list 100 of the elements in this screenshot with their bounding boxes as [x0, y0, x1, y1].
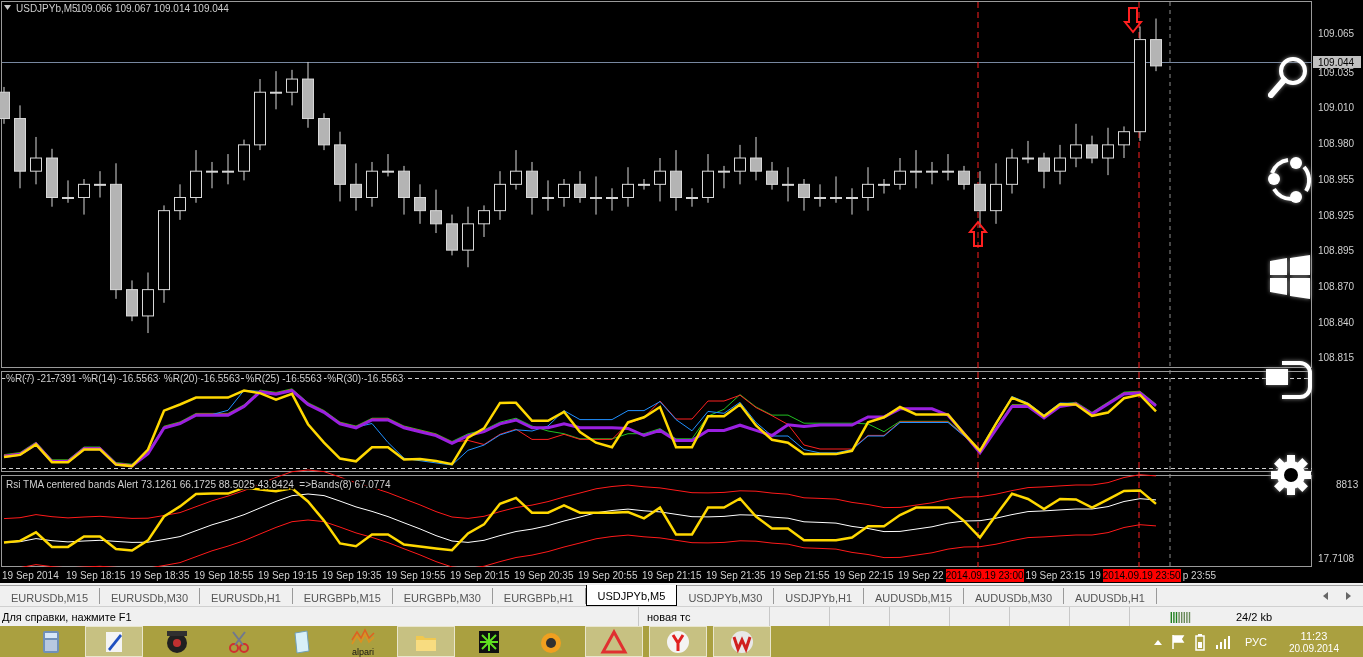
candle — [1118, 125, 1130, 159]
candle — [590, 175, 602, 216]
candle — [926, 161, 938, 185]
candle — [574, 170, 586, 204]
candle — [94, 170, 106, 198]
candle — [318, 112, 330, 151]
chart-tab[interactable]: USDJPYb,M5 — [585, 585, 678, 606]
chart-tab[interactable]: EURGBPb,H1 — [492, 588, 586, 604]
candle — [1150, 18, 1162, 72]
candle — [0, 86, 10, 125]
candle — [270, 70, 282, 110]
candle — [430, 189, 442, 234]
time-label: 19 Sep 19:15 — [257, 569, 319, 581]
chart-tab[interactable]: AUDUSDb,M30 — [964, 588, 1065, 604]
candle — [622, 166, 634, 208]
time-label: 19 — [1088, 569, 1102, 581]
price-label: 108.895 — [1318, 245, 1355, 257]
candle — [478, 204, 490, 238]
flag-icon[interactable] — [1170, 633, 1185, 650]
chart-tab[interactable]: USDJPYb,M30 — [677, 588, 775, 604]
share-icon[interactable] — [1266, 155, 1312, 205]
indicator-axis-label: 17.7108 — [1318, 553, 1355, 564]
time-label: 19 Sep 18:35 — [129, 569, 191, 581]
candle — [894, 157, 906, 191]
candle — [494, 170, 506, 221]
chart-tab[interactable]: EURUSDb,M15 — [0, 588, 101, 604]
candle — [670, 149, 682, 212]
candle — [878, 178, 890, 195]
price-label: 108.925 — [1318, 209, 1355, 221]
time-label: 19 Sep 21:55 — [769, 569, 831, 581]
price-label: 108.870 — [1318, 280, 1355, 292]
time-label: 19 Sep 18:55 — [193, 569, 255, 581]
candle — [1070, 123, 1082, 168]
candle — [510, 149, 522, 191]
candle — [142, 272, 154, 334]
candle — [1038, 152, 1050, 189]
candle — [222, 153, 234, 185]
scroll-left-icon[interactable] — [1323, 592, 1329, 600]
time-label: 19 Sep 22 — [897, 569, 945, 581]
candle — [62, 179, 74, 204]
redcircle-icon — [664, 628, 692, 655]
candle — [766, 161, 778, 191]
settings-icon[interactable] — [1270, 454, 1312, 496]
window-panes-icon[interactable] — [1268, 255, 1312, 299]
chart-tab[interactable]: EURGBPb,M30 — [392, 588, 493, 604]
price-label: 109.035 — [1318, 66, 1355, 78]
chart-tab[interactable]: EURUSDb,M30 — [100, 588, 201, 604]
candle — [782, 166, 794, 202]
candle — [798, 178, 810, 212]
price-label: 108.840 — [1318, 316, 1355, 328]
price-label: 108.815 — [1318, 352, 1355, 364]
chart-tab[interactable]: EURGBPb,M15 — [292, 588, 393, 604]
time-label: 19 Sep 21:15 — [641, 569, 703, 581]
chart-tab[interactable]: EURUSDb,H1 — [200, 588, 293, 604]
candle — [30, 136, 42, 185]
price-label: 108.980 — [1318, 138, 1355, 150]
candle — [990, 162, 1002, 225]
candle — [910, 149, 922, 189]
time-label: 19 Sep 23:15 — [1024, 569, 1087, 581]
candle — [846, 187, 858, 216]
candle — [398, 165, 410, 216]
candle — [814, 183, 826, 208]
chart-tab[interactable]: AUDUSDb,H1 — [1064, 588, 1157, 604]
time-label: 19 Sep 19:35 — [321, 569, 383, 581]
taskbar-app[interactable]: alpari — [332, 626, 394, 657]
candle — [526, 161, 538, 216]
candle — [702, 153, 714, 204]
chart-tab[interactable]: AUDUSDb,M15 — [864, 588, 965, 604]
candle — [190, 149, 202, 204]
wcircle-icon — [728, 628, 756, 655]
candle — [750, 136, 762, 181]
chart-tab[interactable]: USDJPYb,H1 — [774, 588, 864, 604]
candle — [46, 148, 58, 208]
search-icon[interactable] — [1266, 55, 1310, 101]
dropdown-icon[interactable] — [4, 5, 11, 10]
candle — [238, 139, 250, 181]
candle — [78, 178, 90, 216]
candle — [638, 178, 650, 191]
price-label: 108.955 — [1318, 173, 1355, 185]
candle — [446, 214, 458, 256]
scroll-right-icon[interactable] — [1345, 592, 1351, 600]
candle — [974, 170, 986, 229]
candle — [654, 157, 666, 202]
candle — [958, 165, 970, 191]
down-arrow-icon — [1122, 7, 1144, 34]
candle — [350, 162, 362, 212]
candle — [1022, 140, 1034, 164]
app-label: alpari — [352, 648, 374, 657]
candle — [542, 179, 554, 212]
candle — [1086, 135, 1098, 164]
candle — [1054, 144, 1066, 185]
price-label: 109.065 — [1318, 28, 1355, 39]
battery-icon[interactable] — [1192, 632, 1207, 651]
candle — [334, 131, 346, 202]
time-label: 19 Sep 18:15 — [65, 569, 127, 581]
time-label: 19 Sep 20:35 — [513, 569, 575, 581]
taskbar-app[interactable] — [85, 626, 143, 657]
candle — [606, 187, 618, 212]
signal-icon[interactable] — [1214, 634, 1231, 649]
up-arrow-icon — [967, 220, 989, 247]
